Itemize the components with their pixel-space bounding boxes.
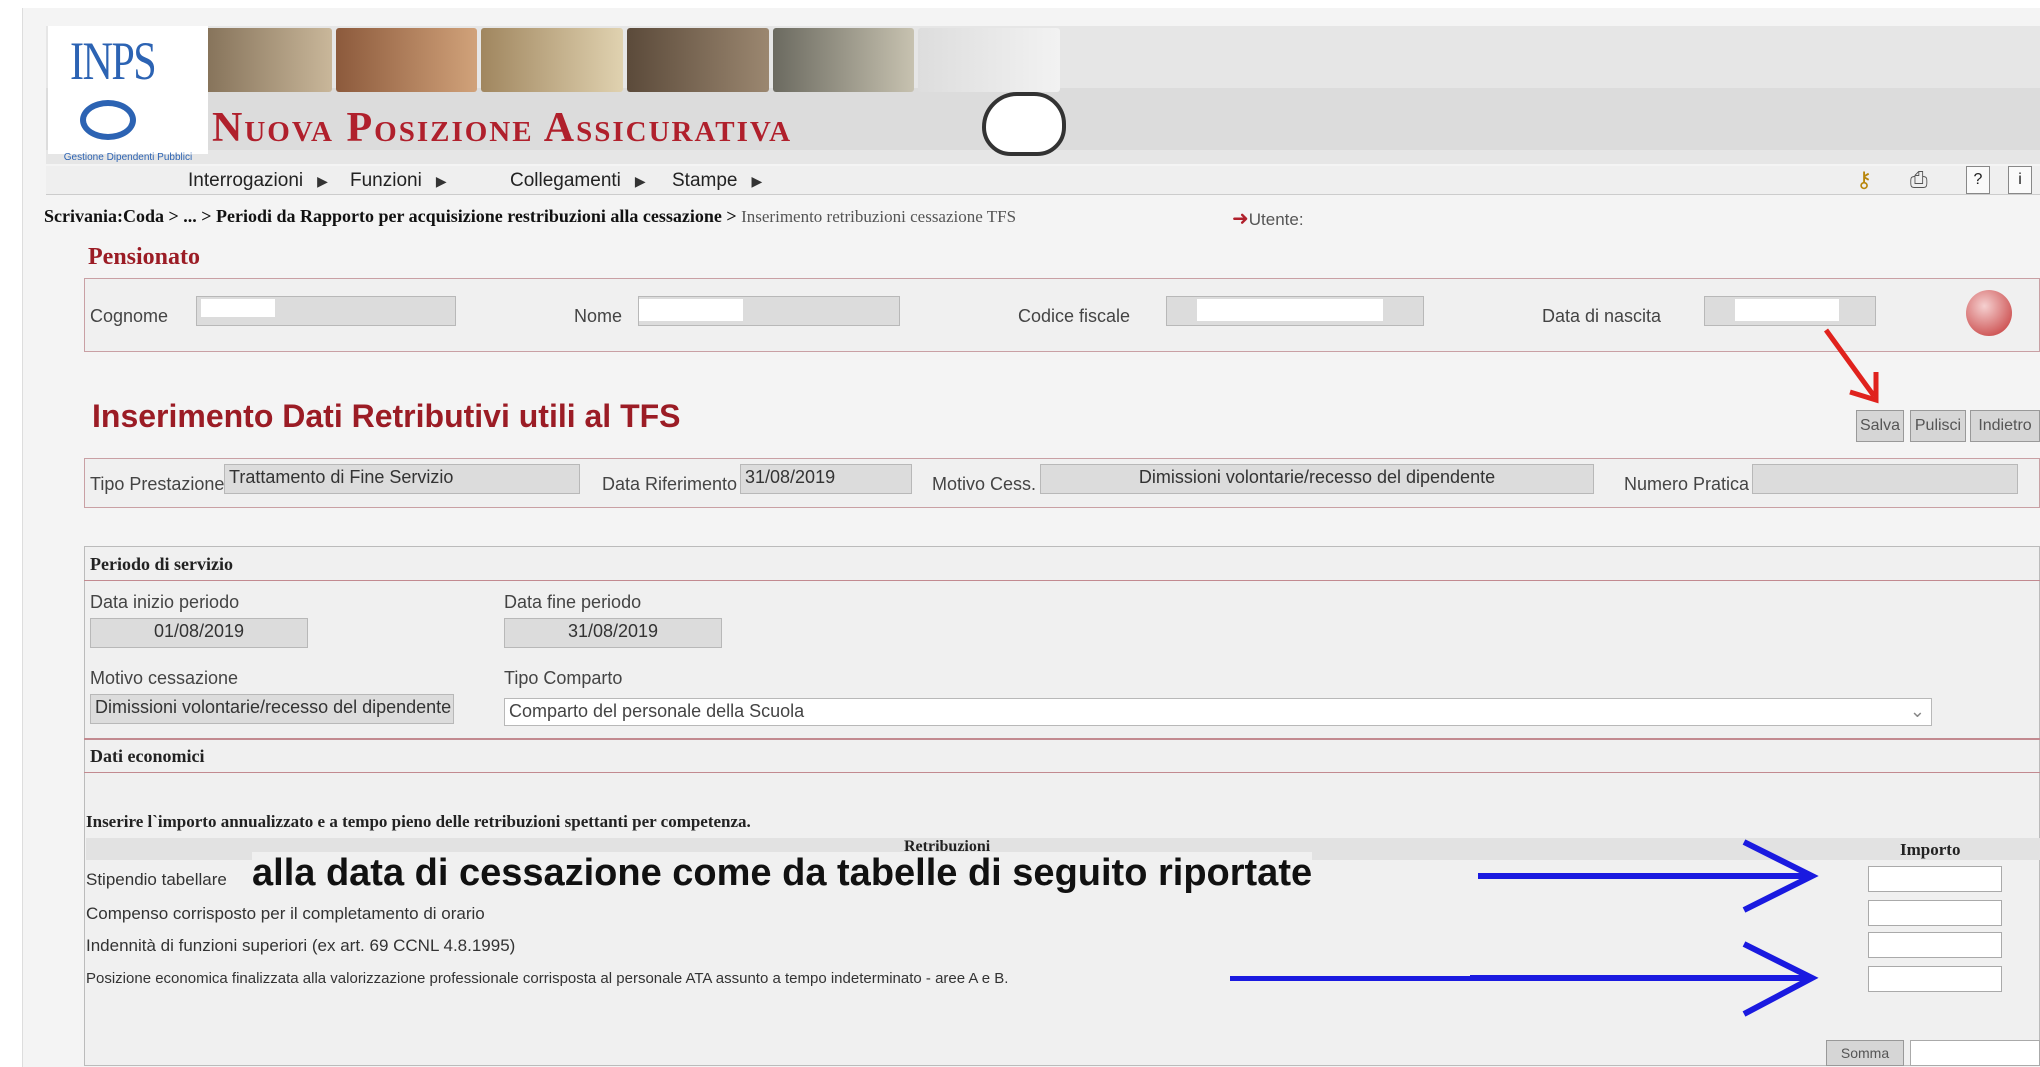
menu-bar [46, 166, 2040, 195]
menu-collegamenti[interactable]: Collegamenti ▶ [510, 170, 646, 192]
table-row-label: Compenso corrisposto per il completament… [86, 904, 485, 923]
divider [84, 580, 2040, 581]
utente-label: Utente: [1248, 210, 1304, 229]
salva-button[interactable]: Salva [1856, 410, 1904, 442]
info-button[interactable]: i [2008, 166, 2032, 194]
data-riferimento-field: 31/08/2019 [740, 464, 912, 494]
umbrella-icon [1966, 290, 2012, 336]
somma-button[interactable]: Somma [1826, 1040, 1904, 1066]
pensionato-title: Pensionato [88, 244, 201, 270]
breadcrumb: Scrivania:Coda > ... > Periodi da Rappor… [44, 206, 1016, 227]
numero-pratica-label: Numero Pratica [1624, 474, 1750, 494]
cognome-label: Cognome [90, 306, 169, 326]
annotation-overlay-text: alla data di cessazione come da tabelle … [252, 852, 1313, 895]
indietro-button[interactable]: Indietro [1970, 410, 2040, 442]
data-nascita-label: Data di nascita [1542, 306, 1662, 326]
menu-label: Interrogazioni [188, 170, 304, 191]
chevron-right-icon: ▶ [317, 173, 328, 189]
menu-label: Collegamenti [510, 170, 621, 191]
indennita-funzioni-input[interactable] [1868, 932, 2002, 958]
app-title: Nuova Posizione Assicurativa [212, 105, 793, 151]
motivo-cess-label: Motivo Cess. [932, 474, 1037, 494]
page-title: Inserimento Dati Retributivi utili al TF… [92, 398, 681, 434]
cognome-field [196, 296, 456, 326]
inps-logo-mark [80, 100, 136, 140]
numero-pratica-field [1752, 464, 2018, 494]
compenso-orario-input[interactable] [1868, 900, 2002, 926]
logo-subtitle: Gestione Dipendenti Pubblici [63, 152, 193, 163]
chevron-right-icon: ▶ [435, 173, 447, 189]
menu-label: Stampe [672, 170, 738, 191]
menu-interrogazioni[interactable]: Interrogazioni ▶ [188, 170, 328, 192]
help-button[interactable]: ? [1966, 166, 1990, 194]
stipendio-tabellare-input[interactable] [1868, 866, 2002, 892]
nome-label: Nome [574, 306, 623, 326]
pulisci-button[interactable]: Pulisci [1910, 410, 1966, 442]
chevron-right-icon: ▶ [751, 173, 763, 189]
data-inizio-label: Data inizio periodo [90, 592, 240, 612]
somma-total-field [1910, 1040, 2040, 1066]
menu-stampe[interactable]: Stampe ▶ [672, 170, 762, 192]
data-fine-label: Data fine periodo [504, 592, 642, 612]
data-nascita-field [1704, 296, 1876, 326]
data-riferimento-label: Data Riferimento [602, 474, 738, 494]
blue-annotation-arrow-shaft [1230, 976, 1480, 981]
key-icon[interactable]: ⚷ [1856, 168, 1872, 193]
divider [84, 772, 2040, 773]
importo-header: Importo [1900, 840, 1961, 859]
arrow-right-icon: ➜ [1232, 208, 1249, 230]
menu-funzioni[interactable]: Funzioni ▶ [350, 170, 447, 192]
divider [84, 738, 2040, 740]
instruction-text: Inserire l`importo annualizzato e a temp… [86, 812, 751, 831]
tipo-comparto-select[interactable]: Comparto del personale della Scuola ⌄ [504, 698, 1932, 726]
piggy-bank-icon [982, 92, 1066, 156]
user-indicator: ➜Utente: [1232, 206, 1304, 231]
tipo-comparto-value: Comparto del personale della Scuola [509, 701, 805, 721]
motivo-cess-field: Dimissioni volontarie/recesso del dipend… [1040, 464, 1594, 494]
chevron-down-icon: ⌄ [1909, 701, 1925, 721]
print-icon[interactable]: ⎙ [1910, 168, 1928, 193]
red-annotation-arrow [1823, 328, 1879, 404]
codice-fiscale-label: Codice fiscale [1018, 306, 1131, 326]
motivo-cessazione-field: Dimissioni volontarie/recesso del dipend… [90, 694, 454, 724]
codice-fiscale-field [1166, 296, 1424, 326]
breadcrumb-current: Inserimento retribuzioni cessazione TFS [741, 207, 1017, 226]
table-row-label: Indennità di funzioni superiori (ex art.… [86, 936, 516, 955]
table-row-label: Stipendio tabellare [86, 870, 227, 889]
periodo-title: Periodo di servizio [90, 554, 233, 574]
data-fine-field: 31/08/2019 [504, 618, 722, 648]
tipo-prestazione-label: Tipo Prestazione [90, 474, 225, 494]
tipo-comparto-label: Tipo Comparto [504, 668, 623, 688]
breadcrumb-path[interactable]: Scrivania:Coda > ... > Periodi da Rappor… [44, 206, 737, 226]
blue-annotation-arrows [1470, 839, 1819, 1017]
motivo-cessazione-label: Motivo cessazione [90, 668, 239, 688]
posizione-economica-input[interactable] [1868, 966, 2002, 992]
header-photo-collage [190, 28, 1061, 92]
menu-label: Funzioni [350, 170, 422, 191]
tipo-prestazione-field: Trattamento di Fine Servizio [224, 464, 580, 494]
data-inizio-field: 01/08/2019 [90, 618, 308, 648]
inps-logo-text: INPS [70, 31, 157, 91]
dati-economici-title: Dati economici [90, 746, 205, 766]
chevron-right-icon: ▶ [634, 173, 646, 189]
nome-field [638, 296, 900, 326]
table-row-label: Posizione economica finalizzata alla val… [86, 970, 1009, 987]
